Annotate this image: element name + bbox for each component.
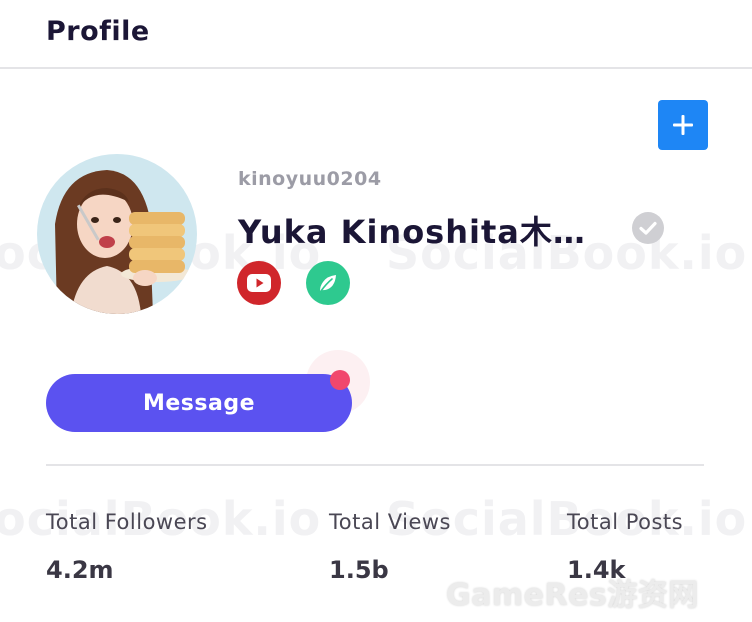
notification-dot bbox=[330, 370, 350, 390]
stat-value-followers: 4.2m bbox=[46, 556, 114, 584]
stat-label-posts: Total Posts bbox=[567, 510, 684, 534]
stat-label-views: Total Views bbox=[329, 510, 451, 534]
display-name: Yuka Kinoshita木… bbox=[238, 213, 586, 251]
leaf-link[interactable] bbox=[306, 261, 350, 305]
stat-label-followers: Total Followers bbox=[46, 510, 208, 534]
page-header: Profile bbox=[0, 0, 752, 69]
divider bbox=[46, 464, 704, 466]
stat-value-views: 1.5b bbox=[329, 556, 389, 584]
message-button[interactable]: Message bbox=[46, 374, 352, 432]
add-button[interactable] bbox=[658, 100, 708, 150]
gameres-watermark: GameRes游资网 bbox=[446, 578, 699, 613]
page-title: Profile bbox=[46, 16, 150, 47]
leaf-icon bbox=[320, 275, 336, 292]
avatar bbox=[37, 154, 197, 314]
username: kinoyuu0204 bbox=[238, 168, 382, 190]
verified-check-icon bbox=[632, 212, 664, 244]
youtube-link[interactable] bbox=[237, 261, 281, 305]
plus-icon bbox=[673, 115, 693, 135]
youtube-icon bbox=[247, 274, 271, 292]
